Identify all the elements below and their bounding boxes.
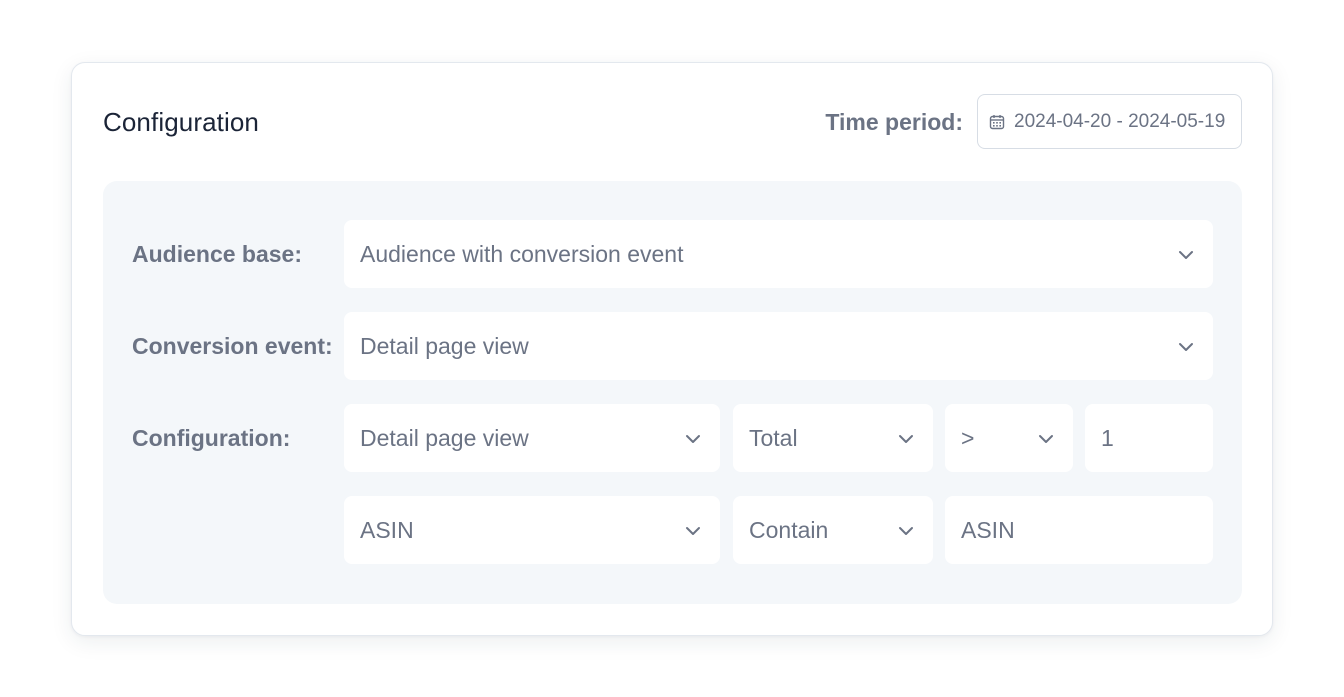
config-aggregation-select[interactable]: Total bbox=[733, 404, 933, 472]
configuration-panel: Audience base: Audience with conversion … bbox=[103, 181, 1242, 604]
config-aggregation-value: Total bbox=[749, 424, 798, 451]
conversion-event-label: Conversion event: bbox=[132, 333, 333, 359]
chevron-down-icon bbox=[1037, 432, 1055, 444]
conversion-event-value: Detail page view bbox=[360, 332, 529, 359]
config-operator-value: > bbox=[961, 424, 975, 451]
chevron-down-icon bbox=[684, 432, 702, 444]
date-range-text: 2024-04-20 - 2024-05-19 bbox=[1014, 110, 1226, 132]
date-range-picker[interactable]: 2024-04-20 - 2024-05-19 bbox=[977, 94, 1242, 149]
config-match-select[interactable]: Contain bbox=[733, 496, 933, 564]
config-event-select[interactable]: Detail page view bbox=[344, 404, 720, 472]
config-event-value: Detail page view bbox=[360, 424, 529, 451]
conversion-event-select[interactable]: Detail page view bbox=[344, 312, 1213, 380]
time-period-label: Time period: bbox=[825, 109, 963, 135]
chevron-down-icon bbox=[684, 524, 702, 536]
config-attribute-select[interactable]: ASIN bbox=[344, 496, 720, 564]
config-attribute-value: ASIN bbox=[360, 516, 414, 543]
card-title: Configuration bbox=[103, 107, 259, 137]
configuration-card: Configuration Time period: 2024-04-20 - … bbox=[71, 62, 1273, 636]
chevron-down-icon bbox=[1177, 248, 1195, 260]
config-match-value: Contain bbox=[749, 516, 829, 543]
chevron-down-icon bbox=[1177, 340, 1195, 352]
configuration-label: Configuration: bbox=[132, 425, 291, 451]
calendar-icon bbox=[989, 114, 1005, 130]
audience-base-label: Audience base: bbox=[132, 241, 302, 267]
audience-base-value: Audience with conversion event bbox=[360, 240, 684, 267]
chevron-down-icon bbox=[897, 524, 915, 536]
chevron-down-icon bbox=[897, 432, 915, 444]
config-threshold-input[interactable] bbox=[1085, 404, 1213, 472]
config-operator-select[interactable]: > bbox=[945, 404, 1073, 472]
config-asin-input[interactable] bbox=[945, 496, 1213, 564]
audience-base-select[interactable]: Audience with conversion event bbox=[344, 220, 1213, 288]
